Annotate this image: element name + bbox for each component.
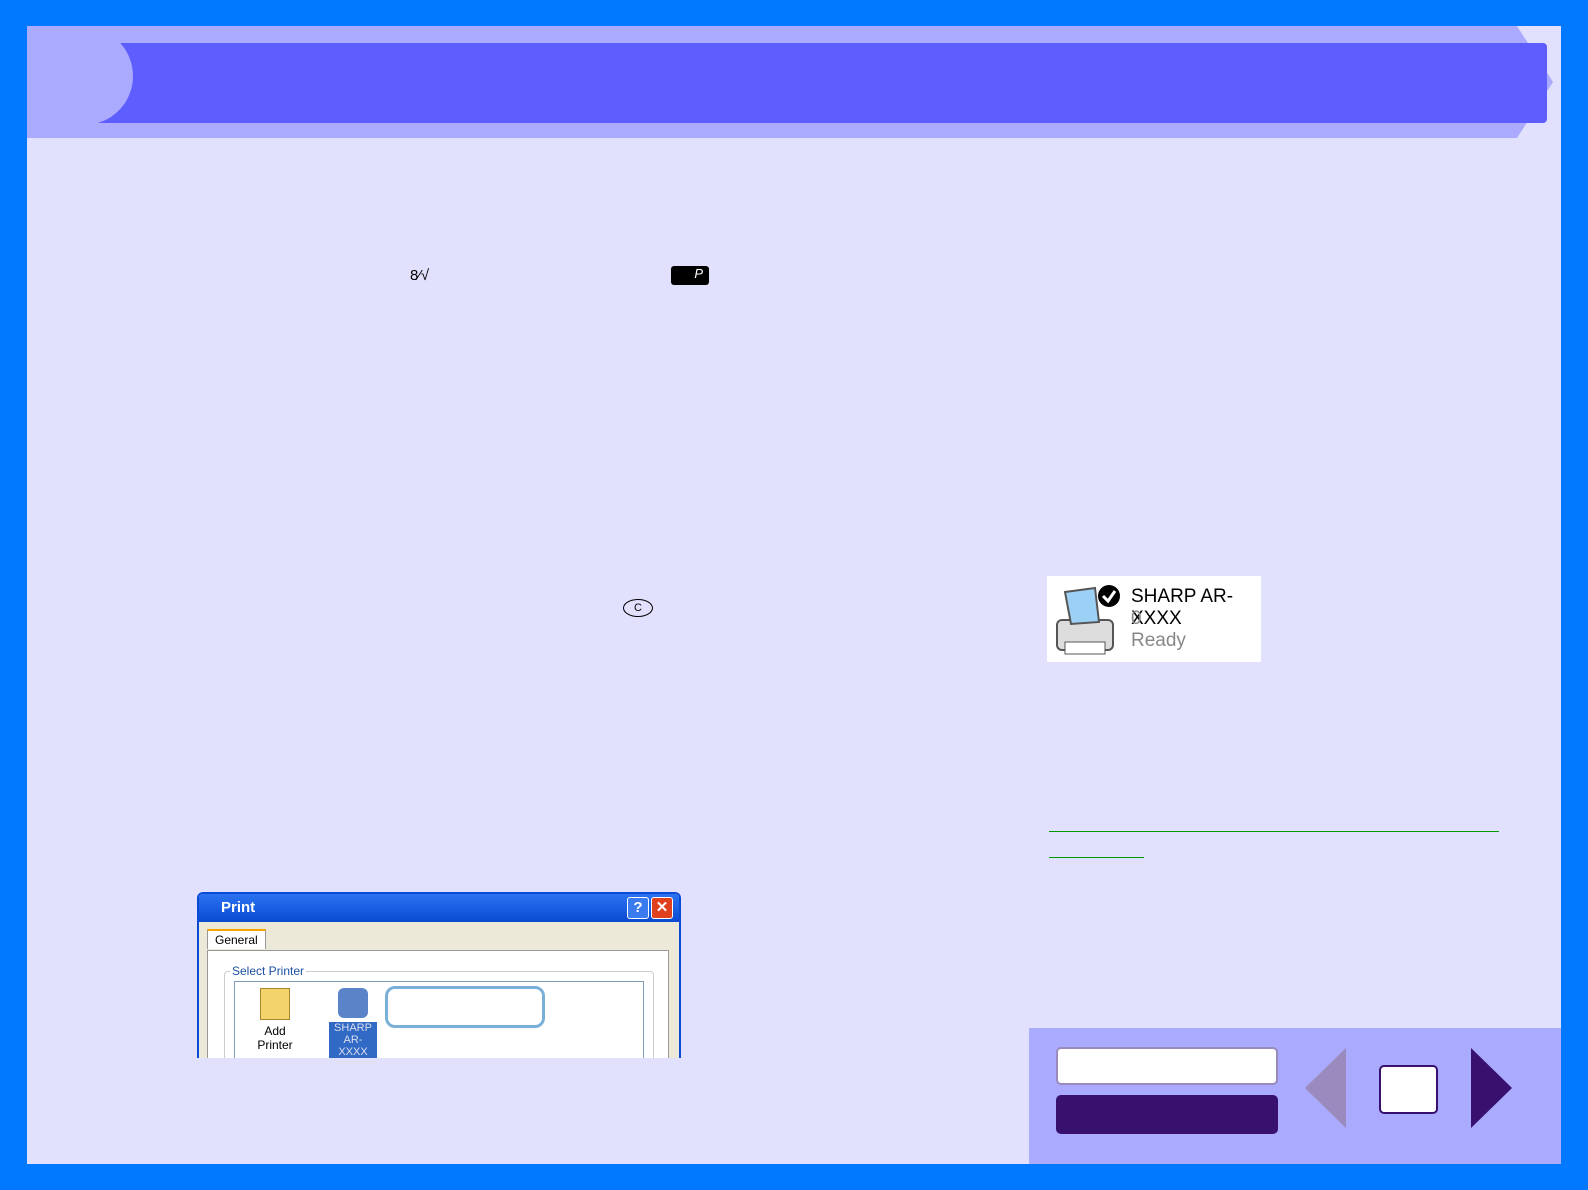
printer-list: Add Printer SHARP AR-XXXX <box>234 981 644 1058</box>
contents-button[interactable] <box>1056 1047 1278 1085</box>
close-button[interactable]: ✕ <box>651 897 673 919</box>
navigation-bar <box>1029 1028 1561 1164</box>
group-label: Select Printer <box>230 964 307 978</box>
add-printer-icon <box>260 988 290 1020</box>
clear-key-icon: C <box>623 599 653 617</box>
previous-page-arrow-icon[interactable] <box>1305 1048 1346 1128</box>
printer-name: SHARP AR-XXXX <box>1131 586 1234 629</box>
dialog-title-bar: Print ? ✕ <box>199 894 679 922</box>
next-page-arrow-icon[interactable] <box>1471 1048 1512 1128</box>
page: 8⁄√ P C SHARP AR-XXXX 0 Ready Print ? ✕ … <box>27 26 1561 1164</box>
help-button[interactable]: ? <box>627 897 649 919</box>
header-title-bar <box>87 43 1547 123</box>
callout-box <box>385 986 545 1028</box>
dialog-title: Print <box>221 899 256 916</box>
link-underline[interactable] <box>1049 831 1499 832</box>
printer-status: Ready <box>1131 630 1186 651</box>
add-printer-label: Add Printer <box>257 1024 293 1052</box>
online-icon: 8⁄√ <box>410 267 430 284</box>
printer-status-panel: SHARP AR-XXXX 0 Ready <box>1047 576 1261 662</box>
tab-general[interactable]: General <box>207 929 266 949</box>
index-button[interactable] <box>1056 1095 1278 1134</box>
sharp-printer-item[interactable]: SHARP AR-XXXX <box>329 988 377 1058</box>
page-number-box[interactable] <box>1379 1065 1438 1114</box>
tab-panel: Select Printer Add Printer SHARP AR-XXXX <box>207 950 669 1058</box>
job-count: 0 <box>1131 608 1142 629</box>
print-dialog: Print ? ✕ Select Printer Add Printer SHA… <box>197 892 681 1058</box>
display-p-icon: P <box>671 266 709 285</box>
sharp-printer-label: SHARP AR-XXXX <box>329 1022 377 1058</box>
printer-icon <box>1056 585 1120 655</box>
header-circle <box>35 27 133 125</box>
link-underline[interactable] <box>1049 857 1144 858</box>
add-printer-item[interactable]: Add Printer <box>245 988 305 1052</box>
printer-icon <box>338 988 368 1018</box>
